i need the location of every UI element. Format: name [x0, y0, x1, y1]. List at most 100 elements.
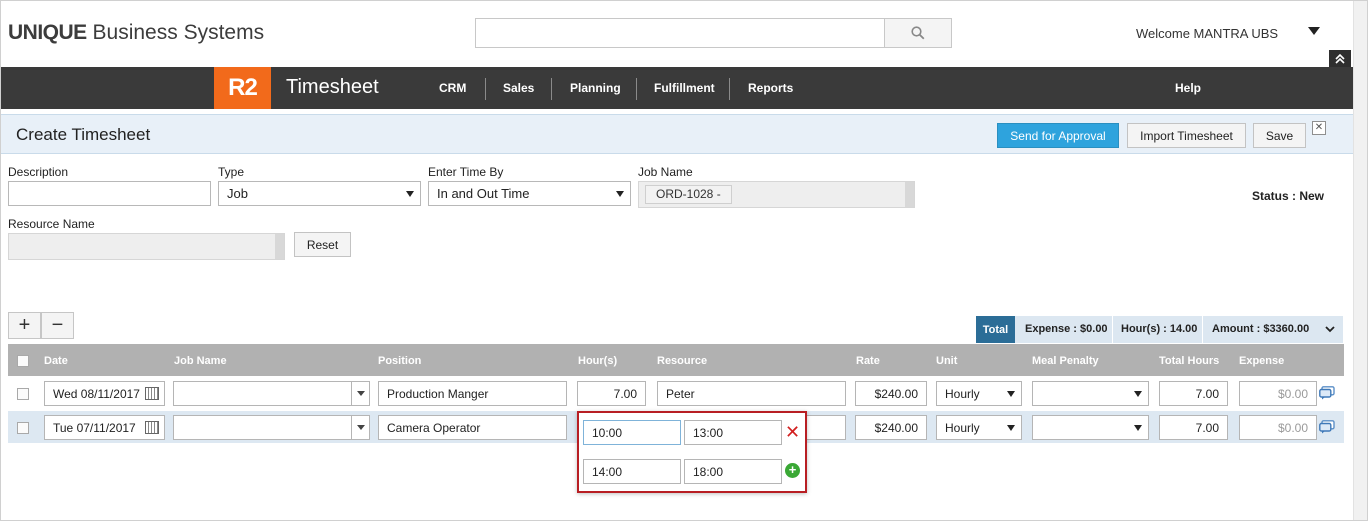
search-icon	[911, 26, 925, 40]
hours-cell[interactable]: 7.00	[577, 381, 646, 406]
totals-toggle-button[interactable]	[1317, 316, 1343, 343]
date-cell[interactable]: Wed 08/11/2017	[44, 381, 165, 406]
col-header-rate[interactable]: Rate	[856, 355, 880, 367]
comment-icon[interactable]	[1319, 420, 1335, 434]
chevron-down-icon	[1134, 391, 1142, 397]
total-amount: Amount : $3360.00	[1212, 323, 1310, 335]
col-header-job-name[interactable]: Job Name	[174, 355, 227, 367]
nav-separator	[485, 78, 486, 100]
expense-cell[interactable]: $0.00	[1239, 381, 1317, 406]
resource-name-scrollbar	[275, 234, 284, 259]
job-name-label: Job Name	[638, 165, 693, 179]
page-scrollbar[interactable]	[1353, 1, 1367, 520]
meal-penalty-select[interactable]	[1032, 415, 1149, 440]
chevron-down-icon	[406, 191, 414, 197]
meal-penalty-select[interactable]	[1032, 381, 1149, 406]
totals-separator	[1112, 316, 1113, 343]
r2-logo: R2	[214, 67, 271, 109]
nav-item-crm[interactable]: CRM	[439, 81, 466, 95]
total-expense: Expense : $0.00	[1025, 323, 1108, 335]
add-slot-icon[interactable]: +	[785, 463, 800, 478]
col-header-total-hours[interactable]: Total Hours	[1159, 355, 1219, 367]
calendar-icon[interactable]	[145, 421, 159, 434]
expense-cell[interactable]: $0.00	[1239, 415, 1317, 440]
enter-time-by-label: Enter Time By	[428, 165, 504, 179]
date-value: Wed 08/11/2017	[53, 386, 140, 401]
job-name-cell[interactable]	[173, 415, 370, 440]
unit-value: Hourly	[945, 386, 980, 401]
resource-name-field[interactable]	[8, 233, 285, 260]
nav-separator	[551, 78, 552, 100]
col-header-expense[interactable]: Expense	[1239, 355, 1284, 367]
comment-icon[interactable]	[1319, 386, 1335, 400]
col-header-unit[interactable]: Unit	[936, 355, 957, 367]
delete-slot-icon[interactable]: ✕	[785, 423, 800, 441]
time-in-input[interactable]: 14:00	[583, 459, 681, 484]
job-name-cell[interactable]	[173, 381, 370, 406]
dropdown-toggle[interactable]	[351, 416, 369, 439]
date-cell[interactable]: Tue 07/11/2017	[44, 415, 165, 440]
nav-item-fulfillment[interactable]: Fulfillment	[654, 81, 715, 95]
col-header-meal-penalty[interactable]: Meal Penalty	[1032, 355, 1099, 367]
resource-cell[interactable]: Peter	[657, 381, 846, 406]
rate-cell[interactable]: $240.00	[855, 415, 927, 440]
collapse-header-button[interactable]	[1329, 50, 1351, 68]
chevron-down-icon	[1134, 425, 1142, 431]
row-checkbox[interactable]	[17, 422, 29, 434]
time-out-input[interactable]: 13:00	[684, 420, 782, 445]
enter-time-by-select[interactable]: In and Out Time	[428, 181, 631, 206]
calendar-icon[interactable]	[145, 387, 159, 400]
chevron-down-icon	[1007, 425, 1015, 431]
chevron-down-icon	[1007, 391, 1015, 397]
nav-item-planning[interactable]: Planning	[570, 81, 621, 95]
description-input[interactable]	[8, 181, 211, 206]
search-button[interactable]	[884, 18, 952, 48]
date-value: Tue 07/11/2017	[53, 420, 136, 435]
type-select[interactable]: Job	[218, 181, 421, 206]
unit-value: Hourly	[945, 420, 980, 435]
user-menu-caret-icon[interactable]	[1308, 27, 1320, 35]
description-label: Description	[8, 165, 69, 179]
time-in-input[interactable]: 10:00	[583, 420, 681, 445]
welcome-user: Welcome MANTRA UBS	[1136, 26, 1279, 41]
col-header-hours[interactable]: Hour(s)	[578, 355, 617, 367]
position-cell[interactable]: Production Manger	[378, 381, 567, 406]
remove-row-button[interactable]: −	[41, 312, 74, 339]
total-tab[interactable]: Total	[976, 316, 1015, 343]
total-hours-cell[interactable]: 7.00	[1159, 381, 1228, 406]
enter-time-by-value: In and Out Time	[437, 186, 530, 201]
row-checkbox[interactable]	[17, 388, 29, 400]
chevron-down-icon	[1325, 326, 1335, 333]
close-icon[interactable]: ✕	[1312, 121, 1326, 135]
col-header-position[interactable]: Position	[378, 355, 421, 367]
nav-separator	[729, 78, 730, 100]
select-all-checkbox[interactable]	[17, 355, 29, 367]
nav-item-sales[interactable]: Sales	[503, 81, 534, 95]
total-hours-cell[interactable]: 7.00	[1159, 415, 1228, 440]
search-input[interactable]	[475, 18, 885, 48]
import-timesheet-button[interactable]: Import Timesheet	[1127, 123, 1246, 148]
rate-cell[interactable]: $240.00	[855, 381, 927, 406]
send-for-approval-button[interactable]: Send for Approval	[997, 123, 1119, 148]
dropdown-toggle[interactable]	[351, 382, 369, 405]
chevron-down-icon	[616, 191, 624, 197]
unit-select[interactable]: Hourly	[936, 415, 1022, 440]
chevron-down-icon	[356, 391, 365, 396]
col-header-date[interactable]: Date	[44, 355, 68, 367]
job-name-chip[interactable]: ORD-1028 -	[645, 185, 732, 204]
job-name-field[interactable]: ORD-1028 -	[638, 181, 915, 208]
position-cell[interactable]: Camera Operator	[378, 415, 567, 440]
save-button[interactable]: Save	[1253, 123, 1306, 148]
col-header-resource[interactable]: Resource	[657, 355, 707, 367]
unit-select[interactable]: Hourly	[936, 381, 1022, 406]
page-title: Create Timesheet	[16, 125, 151, 144]
type-label: Type	[218, 165, 245, 179]
totals-separator	[1202, 316, 1203, 343]
nav-separator	[636, 78, 637, 100]
add-row-button[interactable]: +	[8, 312, 41, 339]
reset-button[interactable]: Reset	[294, 232, 351, 257]
time-out-input[interactable]: 18:00	[684, 459, 782, 484]
nav-item-reports[interactable]: Reports	[748, 81, 793, 95]
nav-item-help[interactable]: Help	[1175, 81, 1201, 95]
resource-name-label: Resource Name	[8, 217, 95, 231]
